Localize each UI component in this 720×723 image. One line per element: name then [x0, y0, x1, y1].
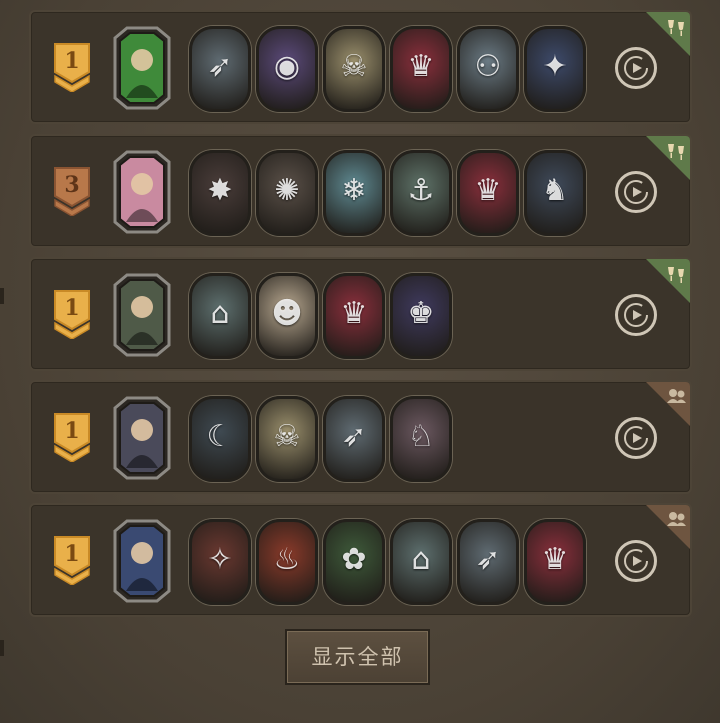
- red-ninja-unit-icon: ✧: [207, 542, 233, 577]
- rat-bandit-unit[interactable]: ✦: [524, 26, 586, 112]
- rank-badge: 1: [53, 289, 91, 340]
- rank-number: 3: [64, 172, 80, 198]
- owl-sorcerer-unit[interactable]: ◉: [256, 26, 318, 112]
- bat-beast-unit-icon: ⚇: [474, 49, 502, 84]
- stone-boar-unit[interactable]: ♞: [524, 150, 586, 236]
- match-record-row: 1 ⌂ ☻ ♛ ♚: [29, 257, 692, 371]
- witch-hat-hero-portrait[interactable]: [107, 394, 177, 482]
- bell-turret-unit[interactable]: ⌂: [390, 519, 452, 605]
- match-record-row: 1 ☾ ☠ ➶ ♘: [29, 380, 692, 494]
- pumpkin-king-unit-icon: ♚: [407, 296, 435, 331]
- plant-haired-hero-portrait[interactable]: [107, 24, 177, 112]
- unit-lineup: ⌂ ☻ ♛ ♚: [189, 273, 452, 359]
- jester-clown-unit[interactable]: ♛: [457, 150, 519, 236]
- wine-glasses-icon: [638, 136, 690, 180]
- stone-boar-unit-icon: ♞: [541, 173, 569, 208]
- hedgehog-rogue-unit[interactable]: ✺: [256, 150, 318, 236]
- hedgehog-rogue-unit-icon: ✺: [274, 173, 300, 208]
- ice-fairy-unit[interactable]: ❄: [323, 150, 385, 236]
- panel-edge-marker: [0, 288, 4, 304]
- panel-edge-marker: [0, 640, 4, 656]
- rank-number: 1: [64, 541, 80, 567]
- jester-clown-unit-icon: ♛: [541, 542, 569, 577]
- missile-cart-unit[interactable]: ➶: [323, 396, 385, 482]
- wine-glasses-icon: [638, 259, 690, 303]
- unit-lineup: ✸ ✺ ❄ ⚓ ♛ ♞: [189, 150, 586, 236]
- match-record-row: 1 ✧ ♨ ✿ ⌂ ➶ ♛: [29, 503, 692, 617]
- wine-glasses-icon: [638, 12, 690, 56]
- spectacled-scholar-hero-portrait[interactable]: [107, 517, 177, 605]
- thorn-dryad-unit-icon: ✿: [341, 542, 367, 577]
- missile-cart-unit-icon: ➶: [475, 542, 501, 577]
- red-ninja-unit[interactable]: ✧: [189, 519, 251, 605]
- blonde-mage-hero-portrait[interactable]: [107, 148, 177, 236]
- jester-clown-unit-icon: ♛: [474, 173, 502, 208]
- kraken-ship-unit[interactable]: ⚓: [390, 150, 452, 236]
- fire-tank-unit-icon: ♨: [273, 542, 301, 577]
- unit-lineup: ☾ ☠ ➶ ♘: [189, 396, 452, 482]
- unit-lineup: ✧ ♨ ✿ ⌂ ➶ ♛: [189, 519, 586, 605]
- rank-number: 1: [64, 418, 80, 444]
- shadow-panther-unit[interactable]: ☾: [189, 396, 251, 482]
- pumpkin-ghost-unit-icon: ☻: [271, 296, 303, 331]
- fire-bear-unit-icon: ✸: [207, 173, 233, 208]
- bell-turret-unit-icon: ⌂: [411, 542, 431, 577]
- pumpkin-ghost-unit[interactable]: ☻: [256, 273, 318, 359]
- rank-badge: 1: [53, 42, 91, 93]
- jester-clown-unit[interactable]: ♛: [390, 26, 452, 112]
- missile-cart-unit-icon: ➶: [207, 49, 233, 84]
- rank-badge: 1: [53, 412, 91, 463]
- bell-turret-unit-icon: ⌂: [210, 296, 230, 331]
- hooded-assassin-hero-portrait[interactable]: [107, 271, 177, 359]
- match-record-row: 1 ➶ ◉ ☠ ♛ ⚇ ✦: [29, 10, 692, 124]
- bat-beast-unit[interactable]: ⚇: [457, 26, 519, 112]
- owl-sorcerer-unit-icon: ◉: [273, 49, 301, 84]
- thorn-dryad-unit[interactable]: ✿: [323, 519, 385, 605]
- rabbit-knight-unit-icon: ♘: [407, 419, 435, 454]
- kraken-ship-unit-icon: ⚓: [407, 173, 435, 208]
- rank-number: 1: [64, 48, 80, 74]
- match-record-row: 3 ✸ ✺ ❄ ⚓ ♛ ♞: [29, 134, 692, 248]
- jester-clown-unit-icon: ♛: [340, 296, 368, 331]
- rat-bandit-unit-icon: ✦: [542, 49, 568, 84]
- show-all-button[interactable]: 显示全部: [285, 629, 430, 685]
- bone-dragon-unit-icon: ☠: [340, 49, 368, 84]
- people-icon: [638, 505, 690, 549]
- missile-cart-unit-icon: ➶: [341, 419, 367, 454]
- bone-dragon-unit-icon: ☠: [273, 419, 301, 454]
- bell-turret-unit[interactable]: ⌂: [189, 273, 251, 359]
- missile-cart-unit[interactable]: ➶: [457, 519, 519, 605]
- rank-badge: 1: [53, 535, 91, 586]
- fire-tank-unit[interactable]: ♨: [256, 519, 318, 605]
- bone-dragon-unit[interactable]: ☠: [256, 396, 318, 482]
- pumpkin-king-unit[interactable]: ♚: [390, 273, 452, 359]
- missile-cart-unit[interactable]: ➶: [189, 26, 251, 112]
- jester-clown-unit-icon: ♛: [407, 49, 435, 84]
- rank-number: 1: [64, 295, 80, 321]
- jester-clown-unit[interactable]: ♛: [524, 519, 586, 605]
- rabbit-knight-unit[interactable]: ♘: [390, 396, 452, 482]
- shadow-panther-unit-icon: ☾: [206, 419, 234, 454]
- ice-fairy-unit-icon: ❄: [341, 173, 367, 208]
- rank-badge: 3: [53, 166, 91, 217]
- people-icon: [638, 382, 690, 426]
- jester-clown-unit[interactable]: ♛: [323, 273, 385, 359]
- bone-dragon-unit[interactable]: ☠: [323, 26, 385, 112]
- unit-lineup: ➶ ◉ ☠ ♛ ⚇ ✦: [189, 26, 586, 112]
- fire-bear-unit[interactable]: ✸: [189, 150, 251, 236]
